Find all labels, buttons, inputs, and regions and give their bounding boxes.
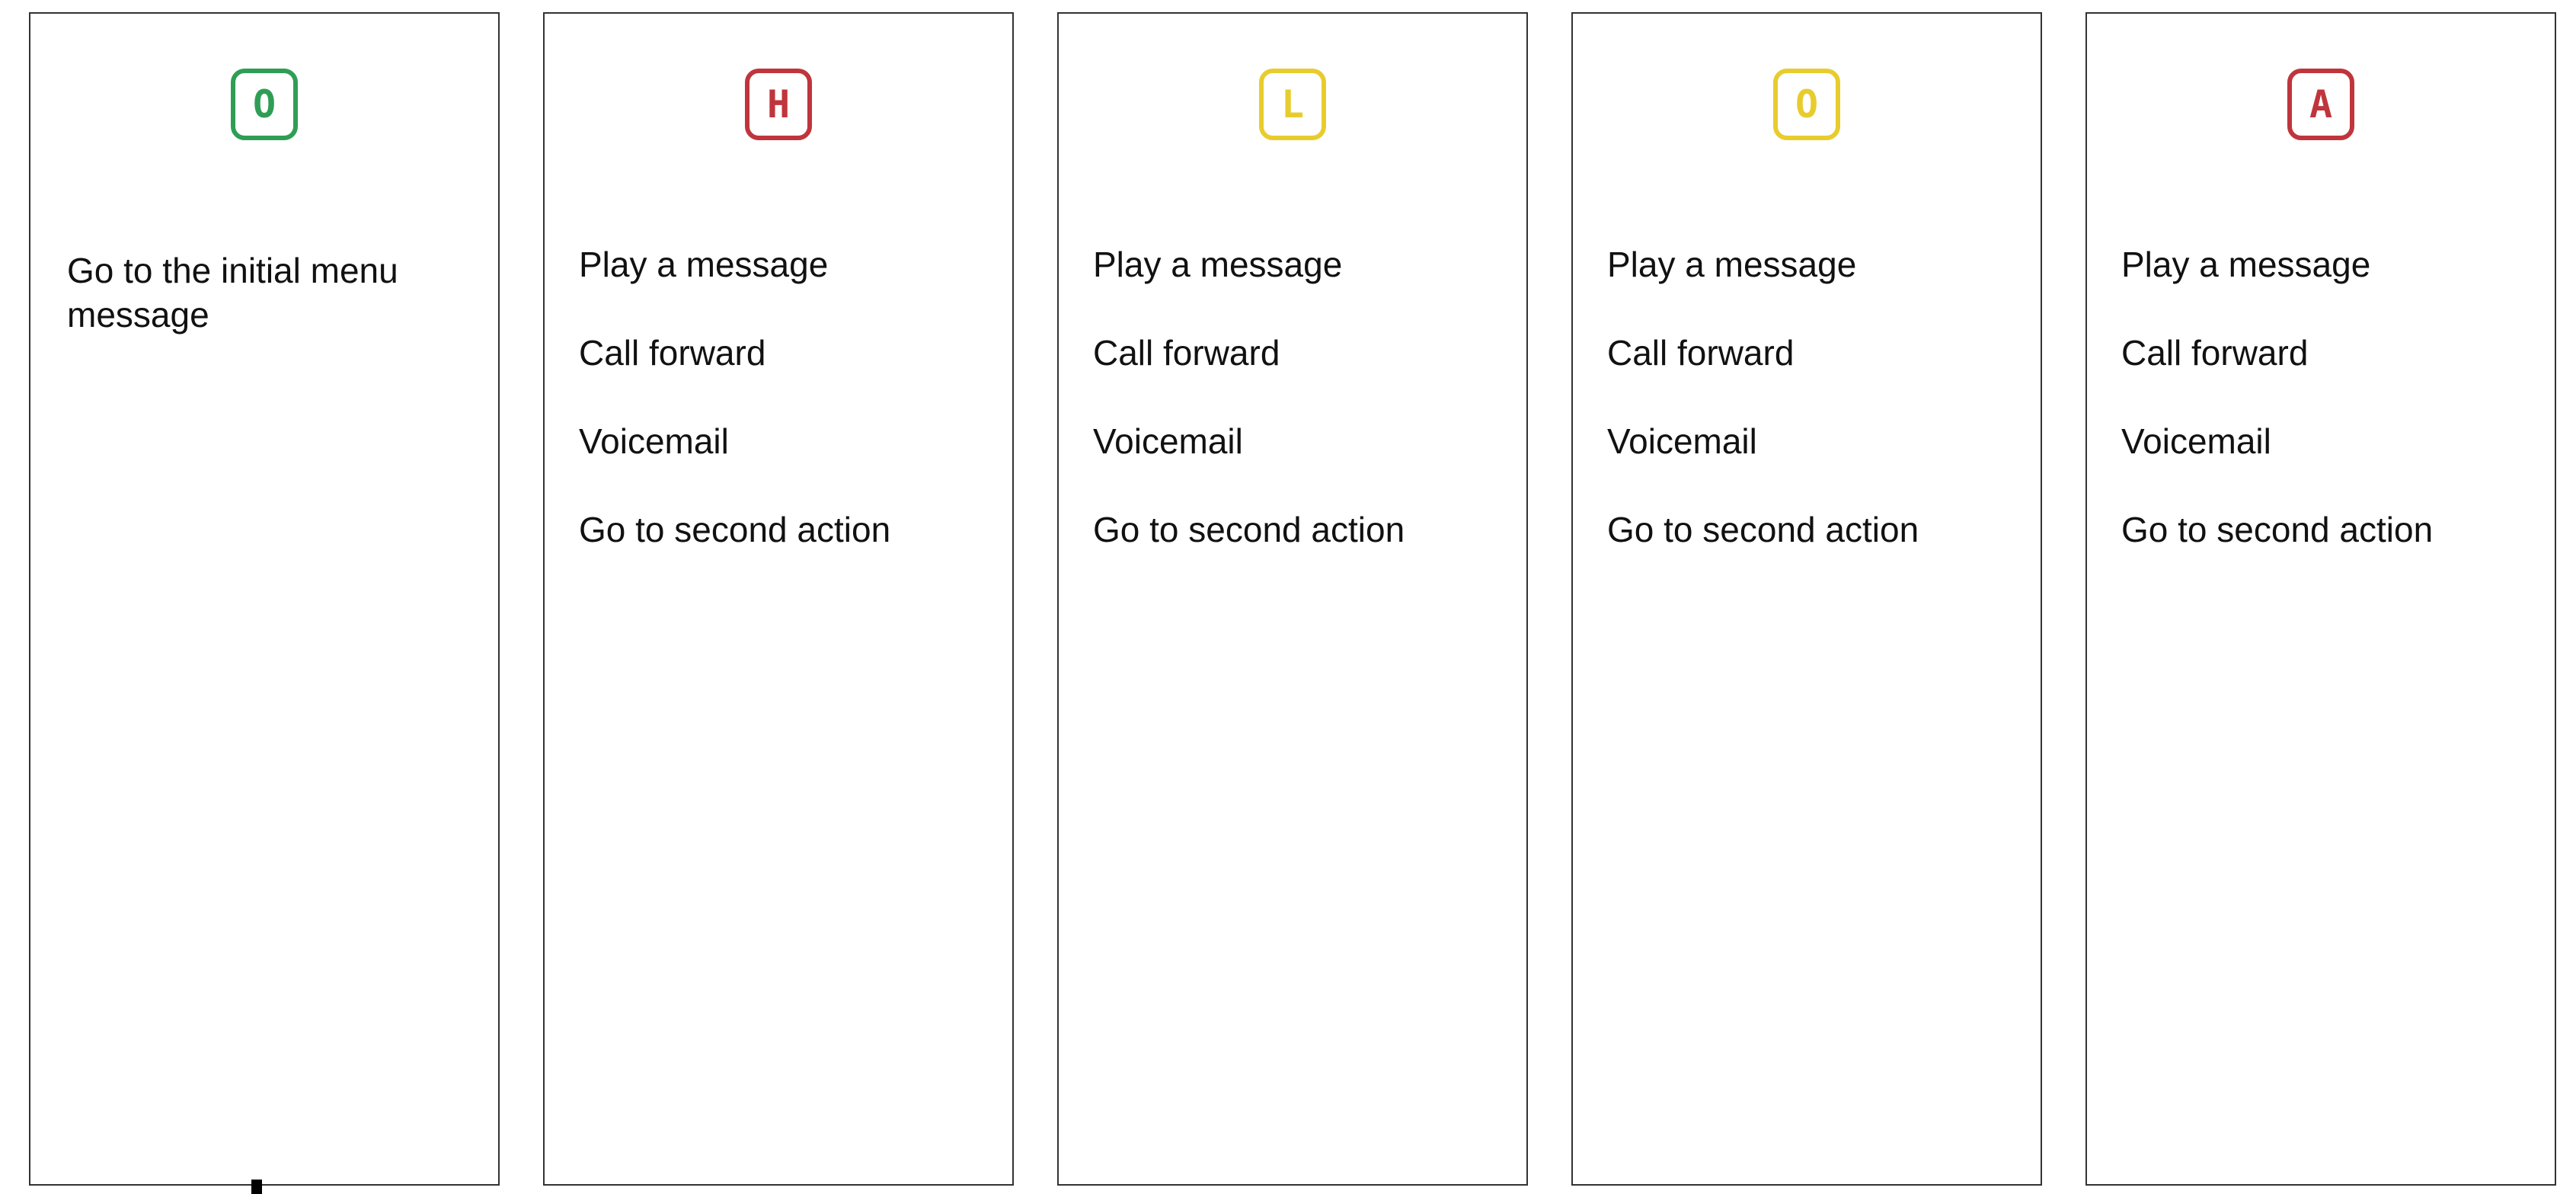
action-play-message[interactable]: Play a message <box>579 242 982 286</box>
action-list: Play a message Call forward Voicemail Go… <box>579 242 982 596</box>
panel-3: O Play a message Call forward Voicemail … <box>1571 12 2042 1186</box>
action-second-action[interactable]: Go to second action <box>1607 507 2010 552</box>
action-voicemail[interactable]: Voicemail <box>579 419 982 463</box>
panel-2: L Play a message Call forward Voicemail … <box>1057 12 1528 1186</box>
connector-stub <box>251 1180 262 1194</box>
action-play-message[interactable]: Play a message <box>1607 242 2010 286</box>
action-call-forward[interactable]: Call forward <box>579 331 982 375</box>
badge-o-yellow: O <box>1773 69 1840 140</box>
action-list: Play a message Call forward Voicemail Go… <box>1093 242 1496 596</box>
action-second-action[interactable]: Go to second action <box>1093 507 1496 552</box>
badge-h-red: H <box>745 69 812 140</box>
action-play-message[interactable]: Play a message <box>2121 242 2524 286</box>
panel-0: O Go to the initial menu message <box>29 12 500 1186</box>
action-play-message[interactable]: Play a message <box>1093 242 1496 286</box>
action-voicemail[interactable]: Voicemail <box>1607 419 2010 463</box>
action-list: Play a message Call forward Voicemail Go… <box>2121 242 2524 596</box>
action-voicemail[interactable]: Voicemail <box>1093 419 1496 463</box>
badge-a-red: A <box>2287 69 2354 140</box>
badge-l-yellow: L <box>1259 69 1326 140</box>
action-second-action[interactable]: Go to second action <box>2121 507 2524 552</box>
action-call-forward[interactable]: Call forward <box>1093 331 1496 375</box>
panel-4: A Play a message Call forward Voicemail … <box>2085 12 2556 1186</box>
action-call-forward[interactable]: Call forward <box>2121 331 2524 375</box>
action-second-action[interactable]: Go to second action <box>579 507 982 552</box>
action-voicemail[interactable]: Voicemail <box>2121 419 2524 463</box>
action-list: Play a message Call forward Voicemail Go… <box>1607 242 2010 596</box>
action-call-forward[interactable]: Call forward <box>1607 331 2010 375</box>
action-initial-menu-message[interactable]: Go to the initial menu message <box>67 248 468 337</box>
badge-o-green: O <box>231 69 298 140</box>
panel-1: H Play a message Call forward Voicemail … <box>543 12 1014 1186</box>
